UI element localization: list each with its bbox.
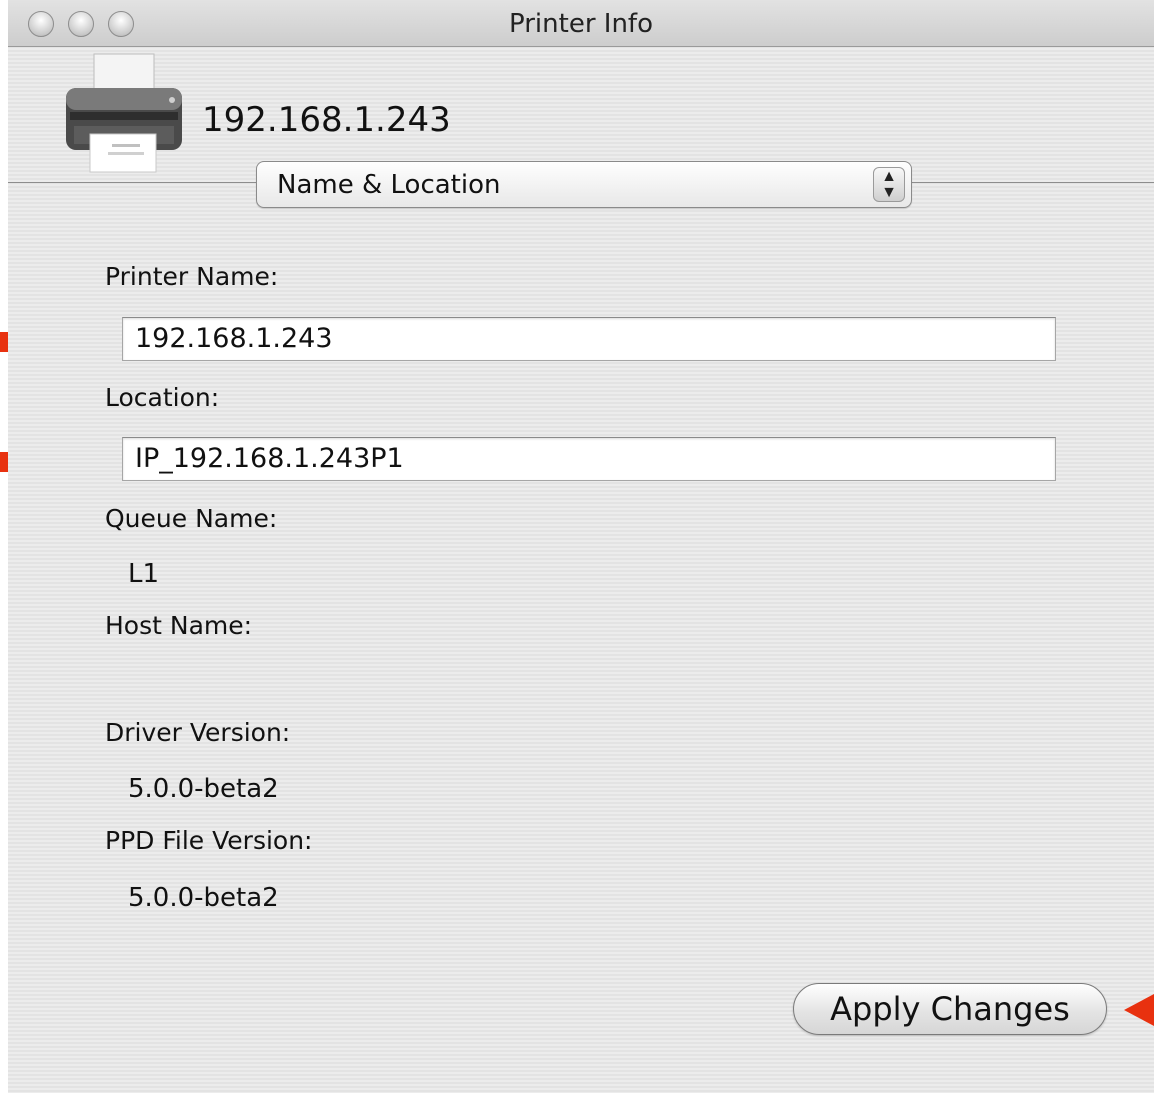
location-label: Location:: [105, 383, 220, 412]
apply-changes-button[interactable]: Apply Changes: [793, 983, 1107, 1035]
annotation-arrow-apply: [1124, 994, 1154, 1026]
printer-icon: [66, 53, 182, 173]
up-down-arrows-icon: ▲ ▼: [873, 167, 905, 202]
driver-version-label: Driver Version:: [105, 718, 291, 747]
printer-name-field[interactable]: [122, 317, 1056, 361]
location-field[interactable]: [122, 437, 1056, 481]
printer-info-window: Printer Info 192.168.1.243 Name & Locati…: [8, 0, 1154, 1093]
ppd-file-version-label: PPD File Version:: [105, 826, 313, 855]
queue-name-value: L1: [128, 559, 160, 589]
panel-selector-label: Name & Location: [277, 170, 501, 200]
window-title: Printer Info: [509, 9, 653, 39]
printer-name-label: Printer Name:: [105, 262, 279, 291]
ppd-file-version-value: 5.0.0-beta2: [128, 883, 279, 913]
driver-version-value: 5.0.0-beta2: [128, 774, 279, 804]
title-bar[interactable]: Printer Info: [8, 0, 1154, 47]
queue-name-label: Queue Name:: [105, 504, 278, 533]
device-name: 192.168.1.243: [202, 100, 451, 140]
host-name-label: Host Name:: [105, 611, 253, 640]
panel-selector-popup[interactable]: Name & Location ▲ ▼: [256, 161, 912, 208]
